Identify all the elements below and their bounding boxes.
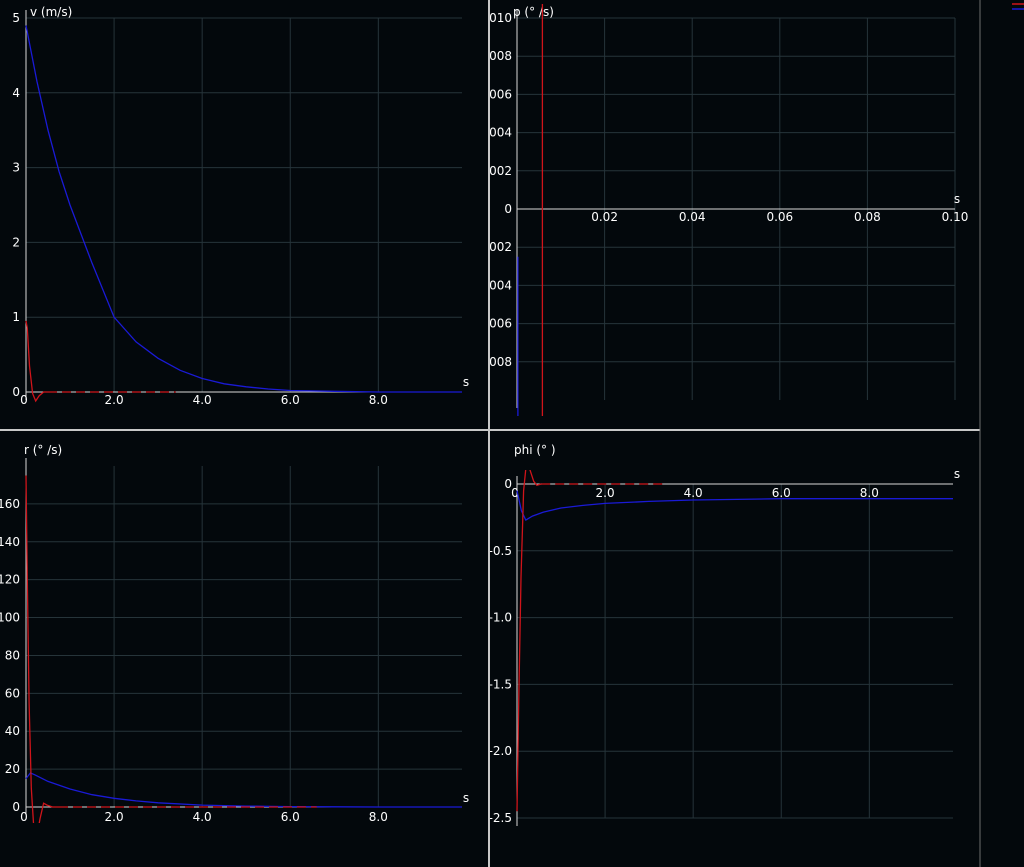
y-axis-title: r (° /s)	[24, 443, 62, 457]
plot-stage: 0 2.0 4.0 6.0 8.0 0 1 2 3 4 5 v (m/s) s 0.02 0.04 0.06 0…	[0, 0, 1024, 867]
y-tick-label: 008	[489, 355, 512, 369]
y-tick-label: 80	[5, 648, 20, 662]
x-tick-label: 4.0	[193, 393, 212, 407]
x-tick-label: 8.0	[369, 393, 388, 407]
x-tick-label: 6.0	[772, 486, 791, 500]
y-tick-label: 002	[489, 240, 512, 254]
x-tick-label: 0	[20, 810, 28, 824]
y-tick-label: 160	[0, 497, 20, 511]
x-tick-label: 8.0	[369, 810, 388, 824]
y-tick-label: -1.0	[489, 611, 512, 625]
x-tick-label: 6.0	[281, 393, 300, 407]
x-tick-label: 2.0	[596, 486, 615, 500]
x-tick-label: 4.0	[684, 486, 703, 500]
x-axis-title: s	[954, 467, 960, 481]
x-axis-title: s	[463, 375, 469, 389]
y-tick-label: 008	[489, 49, 512, 63]
y-tick-label: 100	[0, 611, 20, 625]
y-axis-title: v (m/s)	[30, 5, 72, 19]
y-tick-label: 40	[5, 724, 20, 738]
y-tick-label: -2.5	[489, 811, 512, 825]
x-tick-label: 2.0	[105, 393, 124, 407]
x-tick-label: 6.0	[281, 810, 300, 824]
y-axis-title: p (° /s)	[513, 5, 554, 19]
x-tick-label: 8.0	[860, 486, 879, 500]
y-tick-label: -0.5	[489, 544, 512, 558]
background	[0, 0, 1024, 867]
y-tick-label: 140	[0, 535, 20, 549]
x-tick-label: 0.08	[854, 210, 881, 224]
y-tick-label: 006	[489, 317, 512, 331]
y-tick-label: 0	[12, 800, 20, 814]
x-axis-title: s	[463, 791, 469, 805]
y-tick-label: 120	[0, 573, 20, 587]
y-axis-title: phi (° )	[514, 443, 556, 457]
y-tick-label: 20	[5, 762, 20, 776]
y-tick-label: 010	[489, 11, 512, 25]
x-tick-label: 0.10	[942, 210, 969, 224]
x-tick-label: 0.06	[766, 210, 793, 224]
y-tick-label: 0	[12, 385, 20, 399]
y-tick-label: 3	[12, 161, 20, 175]
x-tick-label: 0.02	[591, 210, 618, 224]
x-tick-label: 0.04	[679, 210, 706, 224]
y-tick-label: 004	[489, 126, 512, 140]
y-tick-label: 0	[504, 477, 512, 491]
y-tick-label: 4	[12, 86, 20, 100]
y-tick-label: -1.5	[489, 677, 512, 691]
x-tick-label: 0	[20, 393, 28, 407]
y-tick-label: 006	[489, 87, 512, 101]
y-tick-label: 1	[12, 310, 20, 324]
x-axis-title: s	[954, 192, 960, 206]
y-tick-label: 60	[5, 686, 20, 700]
y-tick-label: 002	[489, 164, 512, 178]
y-tick-label: 2	[12, 235, 20, 249]
y-tick-label: 5	[12, 11, 20, 25]
y-tick-label: -2.0	[489, 744, 512, 758]
x-tick-label: 4.0	[193, 810, 212, 824]
y-tick-label: 0	[504, 202, 512, 216]
x-tick-label: 2.0	[105, 810, 124, 824]
y-tick-label: 004	[489, 278, 512, 292]
